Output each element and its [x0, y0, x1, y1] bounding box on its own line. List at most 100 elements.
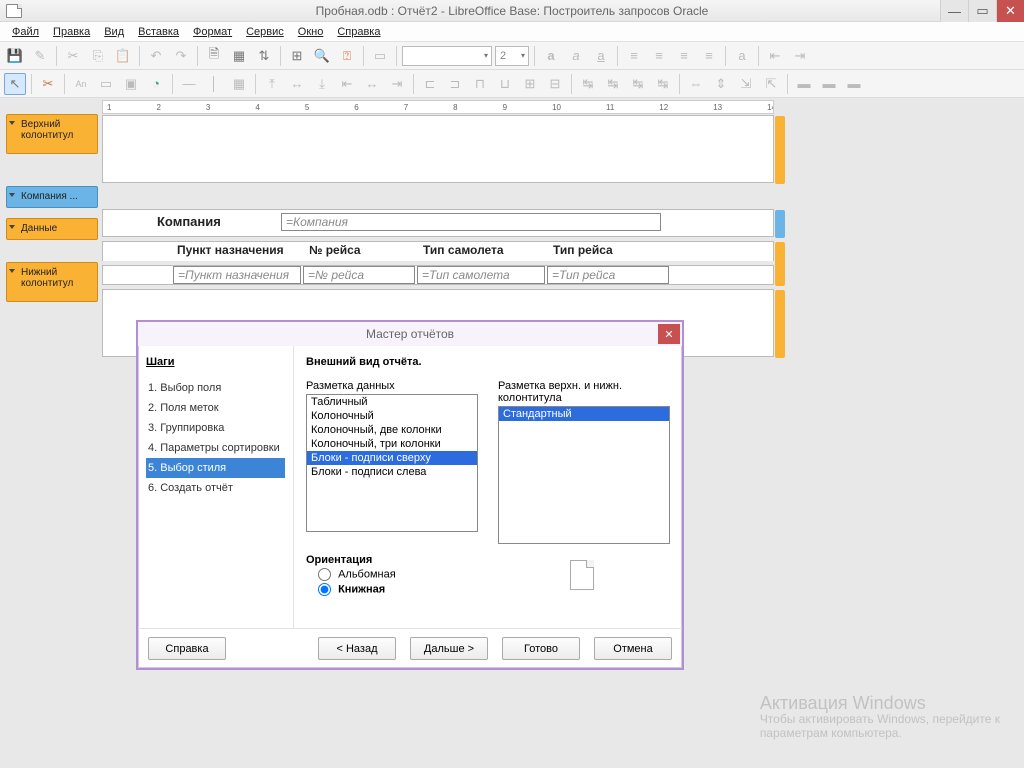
underline-icon[interactable]: a — [590, 45, 612, 67]
menu-insert[interactable]: Вставка — [132, 24, 185, 40]
dist1-icon[interactable]: ↹ — [577, 73, 599, 95]
section-company-tab[interactable]: Компания ... — [6, 186, 98, 208]
data-layout-list[interactable]: Табличный Колоночный Колоночный, две кол… — [306, 394, 478, 532]
close-button[interactable]: ✕ — [996, 0, 1024, 22]
align-justify-icon[interactable]: ≡ — [698, 45, 720, 67]
nav-icon[interactable]: ⊞ — [286, 45, 308, 67]
font-name-icon[interactable]: ▭ — [369, 45, 391, 67]
align-right-icon[interactable]: ≡ — [673, 45, 695, 67]
chart-icon[interactable]: ◔ — [145, 73, 167, 95]
size3-icon[interactable]: ⇲ — [735, 73, 757, 95]
dest-field[interactable]: =Пункт назначения — [173, 266, 301, 284]
band-header[interactable] — [102, 115, 774, 183]
align-r-icon[interactable]: ⇥ — [386, 73, 408, 95]
snap2-icon[interactable]: ⊐ — [444, 73, 466, 95]
align-b-icon[interactable]: ⤓ — [311, 73, 333, 95]
orientation-portrait[interactable]: Книжная — [318, 583, 670, 596]
image-icon[interactable]: ▣ — [120, 73, 142, 95]
snap5-icon[interactable]: ⊞ — [519, 73, 541, 95]
step-1[interactable]: 1. Выбор поля — [146, 378, 285, 398]
next-button[interactable]: Дальше > — [410, 637, 488, 660]
zoom-icon[interactable]: 🔍 — [311, 45, 333, 67]
step-6[interactable]: 6. Создать отчёт — [146, 478, 285, 498]
step-4[interactable]: 4. Параметры сортировки — [146, 438, 285, 458]
align-c-icon[interactable]: ↔ — [361, 73, 383, 95]
font-color-icon[interactable]: a — [731, 45, 753, 67]
maximize-button[interactable]: ▭ — [968, 0, 996, 22]
hline-icon[interactable]: — — [178, 73, 200, 95]
menu-file[interactable]: Файл — [6, 24, 45, 40]
label-icon[interactable]: An — [70, 73, 92, 95]
save-icon[interactable]: 💾 — [4, 45, 26, 67]
paste-icon[interactable]: 📋 — [112, 45, 134, 67]
menu-view[interactable]: Вид — [98, 24, 130, 40]
grid-icon[interactable]: ▦ — [228, 73, 250, 95]
ftype-field[interactable]: =Тип рейса — [547, 266, 669, 284]
bold-icon[interactable]: a — [540, 45, 562, 67]
snap4-icon[interactable]: ⊔ — [494, 73, 516, 95]
textbox-icon[interactable]: ▭ — [95, 73, 117, 95]
indent-dec-icon[interactable]: ⇤ — [764, 45, 786, 67]
dialog-close-button[interactable]: ✕ — [658, 324, 680, 344]
ptype-field[interactable]: =Тип самолета — [417, 266, 545, 284]
align-left-icon[interactable]: ≡ — [623, 45, 645, 67]
sect1-icon[interactable]: ▬ — [793, 73, 815, 95]
align-t-icon[interactable]: ⤒ — [261, 73, 283, 95]
section-header-tab[interactable]: Верхний колонтитул — [6, 114, 98, 154]
font-combo[interactable] — [402, 46, 492, 66]
italic-icon[interactable]: a — [565, 45, 587, 67]
copy-icon[interactable]: ⎘ — [87, 45, 109, 67]
snap6-icon[interactable]: ⊟ — [544, 73, 566, 95]
flight-field[interactable]: =№ рейса — [303, 266, 415, 284]
tool-crosshair-icon[interactable]: ✂ — [37, 73, 59, 95]
cancel-button[interactable]: Отмена — [594, 637, 672, 660]
step-5[interactable]: 5. Выбор стиля — [146, 458, 285, 478]
minimize-button[interactable]: — — [940, 0, 968, 22]
snap3-icon[interactable]: ⊓ — [469, 73, 491, 95]
size2-icon[interactable]: ⇕ — [710, 73, 732, 95]
menu-help[interactable]: Справка — [331, 24, 386, 40]
help-button[interactable]: Справка — [148, 637, 226, 660]
section-data-tab[interactable]: Данные — [6, 218, 98, 240]
step-3[interactable]: 3. Группировка — [146, 418, 285, 438]
pointer-icon[interactable]: ↖ — [4, 73, 26, 95]
help-icon[interactable]: ⍰ — [336, 45, 358, 67]
vline-icon[interactable]: │ — [203, 73, 225, 95]
dist4-icon[interactable]: ↹ — [652, 73, 674, 95]
add-field-icon[interactable]: ▦ — [228, 45, 250, 67]
redo-icon[interactable]: ↷ — [170, 45, 192, 67]
report-icon[interactable]: 🗎 — [203, 45, 225, 67]
company-field[interactable]: =Компания — [281, 213, 661, 231]
size4-icon[interactable]: ⇱ — [760, 73, 782, 95]
size1-icon[interactable]: ⇔ — [685, 73, 707, 95]
undo-icon[interactable]: ↶ — [145, 45, 167, 67]
menu-format[interactable]: Формат — [187, 24, 238, 40]
band-company[interactable]: Компания =Компания — [102, 209, 774, 237]
step-2[interactable]: 2. Поля меток — [146, 398, 285, 418]
align-m-icon[interactable]: ↔ — [286, 73, 308, 95]
menu-tools[interactable]: Сервис — [240, 24, 290, 40]
back-button[interactable]: < Назад — [318, 637, 396, 660]
dist3-icon[interactable]: ↹ — [627, 73, 649, 95]
align-l-icon[interactable]: ⇤ — [336, 73, 358, 95]
cut-icon[interactable]: ✂ — [62, 45, 84, 67]
indent-inc-icon[interactable]: ⇥ — [789, 45, 811, 67]
sort-icon[interactable]: ⇅ — [253, 45, 275, 67]
size-combo[interactable]: 2 — [495, 46, 529, 66]
tb-btn[interactable]: ✎ — [29, 45, 51, 67]
menu-edit[interactable]: Правка — [47, 24, 96, 40]
align-center-icon[interactable]: ≡ — [648, 45, 670, 67]
orientation-landscape[interactable]: Альбомная — [318, 568, 670, 581]
snap1-icon[interactable]: ⊏ — [419, 73, 441, 95]
sect2-icon[interactable]: ▬ — [818, 73, 840, 95]
section-footer-tab[interactable]: Нижний колонтитул — [6, 262, 98, 302]
sect3-icon[interactable]: ▬ — [843, 73, 865, 95]
hf-layout-list[interactable]: Стандартный — [498, 406, 670, 544]
band-detail[interactable]: =Пункт назначения =№ рейса =Тип самолета… — [102, 265, 774, 285]
menu-window[interactable]: Окно — [292, 24, 330, 40]
dist2-icon[interactable]: ↹ — [602, 73, 624, 95]
col-dest-label: Пункт назначения — [177, 243, 284, 257]
band-columns[interactable]: Пункт назначения № рейса Тип самолета Ти… — [102, 241, 774, 261]
finish-button[interactable]: Готово — [502, 637, 580, 660]
toolbar-secondary: ↖ ✂ An ▭ ▣ ◔ — │ ▦ ⤒ ↔ ⤓ ⇤ ↔ ⇥ ⊏ ⊐ ⊓ ⊔ ⊞… — [0, 70, 1024, 98]
